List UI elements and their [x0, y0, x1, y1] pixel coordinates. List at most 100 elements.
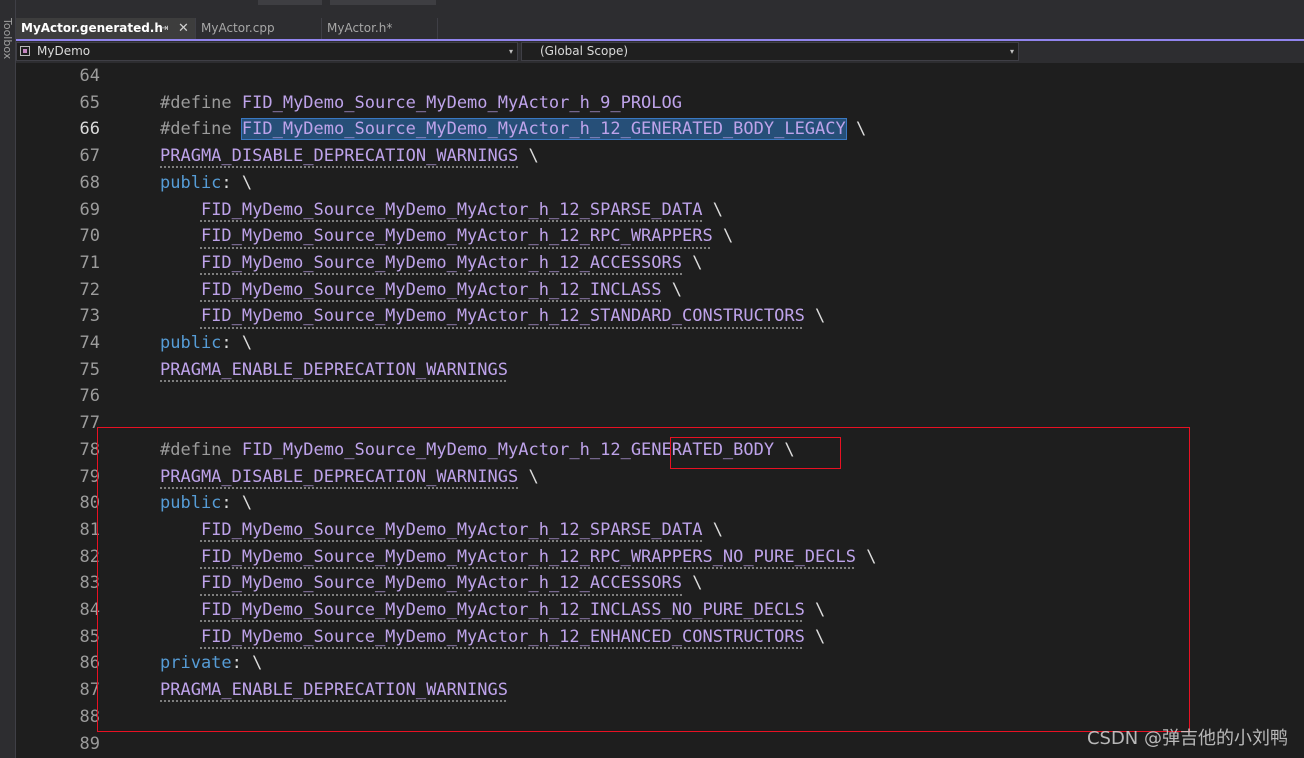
code-text[interactable]: #define FID_MyDemo_Source_MyDemo_MyActor… [160, 116, 866, 143]
selected-text: FID_MyDemo_Source_MyDemo_MyActor_h_12_GE… [240, 118, 847, 141]
code-line[interactable]: 67 PRAGMA_DISABLE_DEPRECATION_WARNINGS \ [16, 143, 1304, 170]
line-number: 70 [79, 226, 100, 247]
code-token: PRAGMA_ENABLE_DEPRECATION_WARNINGS [160, 359, 508, 380]
line-number: 84 [79, 600, 100, 620]
line-number: 71 [79, 252, 100, 273]
line-number: 85 [79, 626, 100, 647]
code-token: FID_MyDemo_Source_MyDemo_MyActor_h_12_SP… [200, 199, 703, 220]
line-number: 82 [79, 546, 100, 567]
line-number: 73 [79, 306, 100, 327]
code-token: #define [160, 92, 242, 113]
code-token: PRAGMA_DISABLE_DEPRECATION_WARNINGS [160, 146, 519, 167]
code-line[interactable]: 66 #define FID_MyDemo_Source_MyDemo_MyAct… [16, 116, 1304, 143]
tab-label: MyActor.h* [327, 21, 393, 35]
line-number: 78 [79, 439, 100, 460]
code-line[interactable]: 64 [16, 63, 1304, 90]
line-number: 87 [79, 680, 100, 701]
title-strip [0, 0, 1304, 18]
code-token: #define [160, 119, 242, 140]
code-line[interactable]: 74 public: \ [16, 330, 1304, 357]
tab-myactor-cpp[interactable]: MyActor.cpp [196, 18, 322, 39]
line-number: 76 [79, 386, 100, 407]
code-text[interactable]: FID_MyDemo_Source_MyDemo_MyActor_h_12_IN… [160, 277, 682, 304]
code-token: \ [712, 226, 734, 247]
code-text[interactable]: FID_MyDemo_Source_MyDemo_MyActor_h_12_RP… [160, 223, 733, 250]
tab-myactor-generated-h[interactable]: MyActor.generated.h ⇥ ✕ [16, 18, 196, 39]
code-text[interactable]: public: \ [160, 170, 252, 197]
toolbox-rail[interactable]: Toolbox [0, 0, 16, 758]
code-line[interactable]: 73 FID_MyDemo_Source_MyDemo_MyActor_h_12… [16, 303, 1304, 330]
code-token: FID_MyDemo_Source_MyDemo_MyActor_h_9_PRO… [241, 92, 682, 113]
project-name: MyDemo [37, 44, 91, 58]
code-text[interactable]: FID_MyDemo_Source_MyDemo_MyActor_h_12_AC… [160, 250, 703, 277]
line-number: 72 [79, 279, 100, 300]
line-number: 74 [79, 333, 100, 353]
code-token: \ [845, 119, 867, 140]
line-number: 88 [79, 706, 100, 727]
code-token: FID_MyDemo_Source_MyDemo_MyActor_h_12_ST… [200, 306, 805, 327]
code-line[interactable]: 71 FID_MyDemo_Source_MyDemo_MyActor_h_12… [16, 250, 1304, 277]
code-token: public [160, 333, 222, 353]
code-text[interactable]: PRAGMA_ENABLE_DEPRECATION_WARNINGS [160, 357, 508, 384]
line-number: 69 [79, 199, 100, 220]
code-token: : \ [221, 172, 253, 193]
code-line[interactable]: 70 FID_MyDemo_Source_MyDemo_MyActor_h_12… [16, 223, 1304, 250]
code-token: public [160, 172, 222, 193]
code-text[interactable]: FID_MyDemo_Source_MyDemo_MyActor_h_12_SP… [160, 197, 723, 224]
tab-label: MyActor.cpp [201, 21, 275, 35]
pin-icon[interactable]: ⇥ [160, 18, 168, 39]
code-token: \ [804, 306, 826, 327]
watermark: CSDN @弹吉他的小刘鸭 [1086, 728, 1288, 749]
code-token: FID_MyDemo_Source_MyDemo_MyActor_h_12_IN… [200, 279, 662, 300]
line-number: 81 [79, 519, 100, 540]
code-line[interactable]: 72 FID_MyDemo_Source_MyDemo_MyActor_h_12… [16, 277, 1304, 304]
code-text[interactable]: FID_MyDemo_Source_MyDemo_MyActor_h_12_ST… [160, 303, 825, 330]
toolbar-stub [330, 0, 436, 5]
code-text[interactable]: public: \ [160, 330, 252, 357]
line-number: 86 [79, 653, 100, 674]
line-number: 77 [79, 413, 100, 434]
scope-name: (Global Scope) [540, 44, 629, 58]
annotation-box-generated-body-token [670, 437, 841, 469]
code-token: \ [682, 252, 703, 273]
tab-label: MyActor.generated.h [21, 21, 163, 35]
line-number: 83 [79, 573, 100, 594]
line-number: 79 [79, 466, 100, 487]
line-number: 65 [79, 92, 100, 113]
project-dropdown[interactable]: MyDemo ▾ [16, 42, 518, 61]
document-tab-bar: MyActor.generated.h ⇥ ✕ MyActor.cpp MyAc… [16, 18, 1304, 41]
navigation-bar: MyDemo ▾ (Global Scope) ▾ [16, 41, 1304, 63]
code-line[interactable]: 75 PRAGMA_ENABLE_DEPRECATION_WARNINGS [16, 357, 1304, 384]
line-number: 64 [79, 66, 100, 86]
chevron-down-icon: ▾ [508, 47, 513, 56]
code-line[interactable]: 69 FID_MyDemo_Source_MyDemo_MyActor_h_12… [16, 197, 1304, 224]
tab-myactor-h[interactable]: MyActor.h* [322, 18, 438, 39]
scope-dropdown[interactable]: (Global Scope) ▾ [521, 42, 1019, 61]
close-icon[interactable]: ✕ [178, 18, 189, 39]
code-token: FID_MyDemo_Source_MyDemo_MyActor_h_12_RP… [200, 226, 713, 247]
code-token: \ [518, 146, 539, 167]
code-text[interactable]: #define FID_MyDemo_Source_MyDemo_MyActor… [160, 90, 682, 117]
line-number: 67 [79, 146, 100, 167]
code-line[interactable]: 68 public: \ [16, 170, 1304, 197]
line-number: 89 [79, 733, 100, 754]
code-token: \ [661, 279, 683, 300]
code-token: FID_MyDemo_Source_MyDemo_MyActor_h_12_AC… [200, 252, 682, 273]
line-number: 68 [79, 172, 100, 193]
toolbox-label[interactable]: Toolbox [1, 18, 14, 59]
line-number: 80 [79, 493, 100, 514]
code-text[interactable]: PRAGMA_DISABLE_DEPRECATION_WARNINGS \ [160, 143, 539, 170]
line-number: 75 [79, 359, 100, 380]
code-token: \ [702, 199, 723, 220]
project-icon [20, 46, 30, 56]
code-line[interactable]: 65 #define FID_MyDemo_Source_MyDemo_MyAct… [16, 90, 1304, 117]
code-line[interactable]: 76 [16, 383, 1304, 410]
line-number: 66 [79, 119, 100, 140]
toolbar-stub [258, 0, 322, 5]
code-token: : \ [221, 333, 253, 353]
